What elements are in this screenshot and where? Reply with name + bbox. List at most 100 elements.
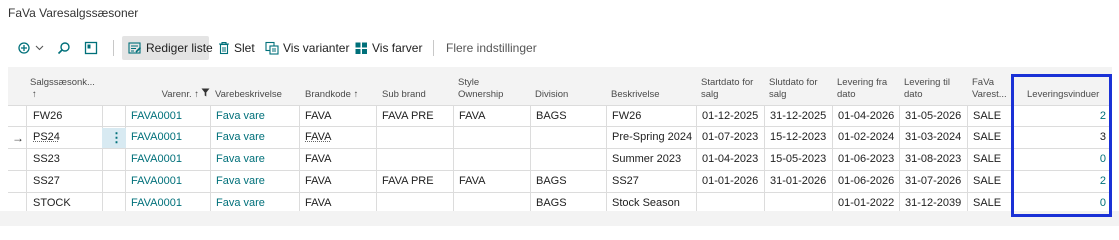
column-header-end-date-line2: salg <box>769 89 787 100</box>
table-row[interactable]: SS23 FAVA0001 Fava vare FAVA Summer 2023… <box>8 149 1112 171</box>
brand-cell[interactable]: FAVA <box>299 106 376 127</box>
delivery-to-cell[interactable]: 31-03-2024 <box>899 127 967 148</box>
item-no-cell[interactable]: FAVA0001 <box>125 149 210 170</box>
item-no-cell[interactable]: FAVA0001 <box>125 106 210 127</box>
description-cell[interactable]: Fava vare <box>210 171 299 192</box>
show-colors-label: Vis farver <box>372 41 423 55</box>
description-cell[interactable]: Fava vare <box>210 106 299 127</box>
column-header-brand-label: Brandkode ↑ <box>305 89 359 100</box>
ownership-cell[interactable] <box>453 149 530 170</box>
show-colors-button[interactable]: Vis farver <box>355 36 422 60</box>
column-highlight-box <box>1011 74 1112 217</box>
end-date-cell[interactable]: 15-05-2023 <box>764 149 832 170</box>
division-cell[interactable]: BAGS <box>530 106 606 127</box>
column-header-beskrivelse[interactable]: Beskrivelse <box>611 67 696 105</box>
start-date-cell[interactable]: 01-12-2025 <box>696 106 764 127</box>
more-options-button[interactable]: Flere indstillinger <box>446 36 537 60</box>
end-date-cell[interactable]: 31-12-2025 <box>764 106 832 127</box>
status-cell[interactable]: SALE <box>967 106 1012 127</box>
column-header-delivery-from-line2: dato <box>837 89 856 100</box>
list-footer <box>0 211 1119 226</box>
division-cell[interactable] <box>530 149 606 170</box>
season-code-cell[interactable]: FW26 <box>27 106 103 127</box>
season-code-cell[interactable]: SS23 <box>27 149 103 170</box>
brand-cell[interactable]: FAVA <box>299 127 376 148</box>
column-header-item-no[interactable]: Varenr. ↑ <box>130 67 210 105</box>
column-header-fava-status-line2: Varest... <box>972 89 1007 100</box>
column-header-style-ownership-line2: Ownership <box>458 89 504 100</box>
trash-icon <box>218 41 230 55</box>
column-header-fava-status-line1: FaVa <box>972 77 995 88</box>
column-header-description-label: Varebeskrivelse <box>215 89 282 100</box>
delivery-to-cell[interactable]: 31-08-2023 <box>899 149 967 170</box>
brand-cell[interactable]: FAVA <box>299 171 376 192</box>
beskrivelse-cell[interactable]: FW26 <box>606 106 696 127</box>
column-header-description[interactable]: Varebeskrivelse <box>215 67 300 105</box>
sort-ascending-icon: ↑ <box>32 89 37 100</box>
season-code-cell[interactable]: SS27 <box>27 171 103 192</box>
start-date-cell[interactable]: 01-07-2023 <box>696 127 764 148</box>
sub-brand-cell[interactable]: FAVA PRE <box>376 106 453 127</box>
division-cell[interactable] <box>530 127 606 148</box>
delivery-from-cell[interactable]: 01-06-2023 <box>832 149 899 170</box>
table-row[interactable]: FW26 FAVA0001 Fava vare FAVA FAVA PRE FA… <box>8 105 1112 127</box>
ownership-cell[interactable] <box>453 127 530 148</box>
column-header-division[interactable]: Division <box>535 67 605 105</box>
status-cell[interactable]: SALE <box>967 171 1012 192</box>
description-cell[interactable]: Fava vare <box>210 127 299 148</box>
view-icon <box>84 41 98 55</box>
kebab-icon[interactable]: ⋮ <box>110 130 123 146</box>
start-date-cell[interactable]: 01-04-2023 <box>696 149 764 170</box>
delete-button[interactable]: Slet <box>218 36 255 60</box>
view-button[interactable] <box>84 36 98 60</box>
end-date-cell[interactable]: 15-12-2023 <box>764 127 832 148</box>
column-header-delivery-from[interactable]: Levering fra dato <box>837 67 901 105</box>
column-header-division-label: Division <box>535 89 569 100</box>
column-header-fava-status[interactable]: FaVa Varest... <box>972 67 1012 105</box>
item-no-cell[interactable]: FAVA0001 <box>125 127 210 148</box>
table-row[interactable]: PS24 FAVA0001 Fava vare FAVA Pre-Spring … <box>8 127 1112 149</box>
delivery-from-cell[interactable]: 01-02-2024 <box>832 127 899 148</box>
new-record-icon <box>17 41 31 55</box>
ownership-cell[interactable]: FAVA <box>453 171 530 192</box>
column-header-season-label: Salgssæsonk... <box>30 77 95 88</box>
column-header-season[interactable]: Salgssæsonk... ↑ <box>30 67 122 105</box>
status-cell[interactable]: SALE <box>967 127 1012 148</box>
column-header-sub-brand[interactable]: Sub brand <box>382 67 452 105</box>
column-header-brand[interactable]: Brandkode ↑ <box>305 67 375 105</box>
column-header-end-date-line1: Slutdato for <box>769 77 818 88</box>
column-header-style-ownership[interactable]: Style Ownership <box>458 67 530 105</box>
delivery-to-cell[interactable]: 31-05-2026 <box>899 106 967 127</box>
sub-brand-cell[interactable] <box>376 149 453 170</box>
column-header-end-date[interactable]: Slutdato for salg <box>769 67 833 105</box>
delivery-from-cell[interactable]: 01-04-2026 <box>832 106 899 127</box>
variants-icon <box>265 41 279 55</box>
column-header-sub-brand-label: Sub brand <box>382 89 426 100</box>
beskrivelse-cell[interactable]: SS27 <box>606 171 696 192</box>
show-variants-button[interactable]: Vis varianter <box>265 36 349 60</box>
division-cell[interactable]: BAGS <box>530 171 606 192</box>
edit-list-icon <box>128 41 142 55</box>
delivery-from-cell[interactable]: 01-06-2026 <box>832 171 899 192</box>
filter-icon <box>201 88 210 101</box>
column-header-start-date[interactable]: Startdato for salg <box>701 67 767 105</box>
sub-brand-cell[interactable] <box>376 127 453 148</box>
table-row[interactable]: SS27 FAVA0001 Fava vare FAVA FAVA PRE FA… <box>8 171 1112 193</box>
delivery-to-cell[interactable]: 31-07-2026 <box>899 171 967 192</box>
brand-cell[interactable]: FAVA <box>299 149 376 170</box>
new-menu-button[interactable] <box>17 36 44 60</box>
status-cell[interactable]: SALE <box>967 149 1012 170</box>
ownership-cell[interactable]: FAVA <box>453 106 530 127</box>
sub-brand-cell[interactable]: FAVA PRE <box>376 171 453 192</box>
description-cell[interactable]: Fava vare <box>210 149 299 170</box>
search-button[interactable] <box>57 36 71 60</box>
column-header-delivery-to[interactable]: Levering til dato <box>904 67 968 105</box>
start-date-cell[interactable]: 01-01-2026 <box>696 171 764 192</box>
season-code-cell[interactable]: PS24 <box>27 127 103 148</box>
edit-list-button[interactable]: Rediger liste <box>128 36 213 60</box>
end-date-cell[interactable]: 31-01-2026 <box>764 171 832 192</box>
delete-label: Slet <box>234 41 255 55</box>
beskrivelse-cell[interactable]: Pre-Spring 2024 <box>606 127 696 148</box>
beskrivelse-cell[interactable]: Summer 2023 <box>606 149 696 170</box>
item-no-cell[interactable]: FAVA0001 <box>125 171 210 192</box>
